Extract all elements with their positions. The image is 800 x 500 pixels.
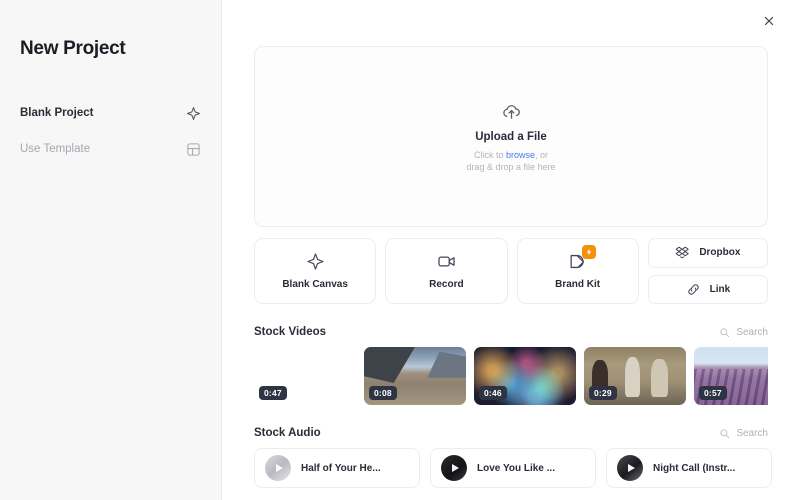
video-camera-icon <box>437 252 456 271</box>
audio-card[interactable]: Love You Like ... <box>430 448 596 488</box>
brand-kit-button[interactable]: Brand Kit <box>517 238 639 304</box>
upload-subtitle: Click to browse, or drag & drop a file h… <box>466 149 555 173</box>
brand-kit-icon <box>568 252 587 271</box>
stock-audio-header: Stock Audio Search <box>254 427 768 439</box>
video-duration: 0:29 <box>589 386 617 400</box>
stock-videos-header: Stock Videos Search <box>254 326 768 338</box>
dropbox-button[interactable]: Dropbox <box>648 238 768 268</box>
search-label: Search <box>736 428 768 439</box>
close-icon[interactable] <box>758 10 780 32</box>
upload-sub-suffix: , or <box>535 150 548 160</box>
video-card[interactable]: 0:57 <box>694 347 768 405</box>
action-label: Record <box>429 279 463 290</box>
video-card[interactable]: 0:08 <box>364 347 466 405</box>
record-button[interactable]: Record <box>385 238 507 304</box>
sparkle-icon <box>306 252 325 271</box>
brand-kit-pro-badge <box>582 245 596 259</box>
upload-sub-line2: drag & drop a file here <box>466 162 555 172</box>
sidebar-item-label: Blank Project <box>20 107 94 119</box>
integration-label: Link <box>710 284 731 295</box>
link-icon <box>686 282 701 297</box>
new-project-dialog: New Project Blank Project Use Template <box>0 0 800 500</box>
audio-card[interactable]: Night Call (Instr... <box>606 448 772 488</box>
upload-title: Upload a File <box>475 131 547 143</box>
upload-sub-prefix: Click to <box>474 150 506 160</box>
browse-link[interactable]: browse <box>506 150 535 160</box>
stock-videos-search[interactable]: Search <box>719 327 768 338</box>
sidebar: New Project Blank Project Use Template <box>0 0 222 500</box>
upload-dropzone[interactable]: Upload a File Click to browse, or drag &… <box>254 46 768 227</box>
audio-title: Night Call (Instr... <box>653 463 735 474</box>
audio-title: Half of Your He... <box>301 463 381 474</box>
action-label: Brand Kit <box>555 279 600 290</box>
audio-title: Love You Like ... <box>477 463 555 474</box>
video-duration: 0:47 <box>259 386 287 400</box>
stock-audio-strip: Half of Your He... Love You Like ... Nig… <box>254 448 768 488</box>
audio-card[interactable]: Half of Your He... <box>254 448 420 488</box>
play-icon <box>452 464 459 472</box>
audio-thumbnail[interactable] <box>441 455 467 481</box>
blank-canvas-button[interactable]: Blank Canvas <box>254 238 376 304</box>
stock-audio-search[interactable]: Search <box>719 428 768 439</box>
video-duration: 0:46 <box>479 386 507 400</box>
play-icon <box>628 464 635 472</box>
video-duration: 0:08 <box>369 386 397 400</box>
cloud-upload-icon <box>501 101 522 122</box>
section-title: Stock Videos <box>254 326 326 338</box>
sidebar-item-use-template[interactable]: Use Template <box>20 136 201 162</box>
sparkle-icon <box>186 106 201 121</box>
integration-buttons: Dropbox Link <box>648 238 768 304</box>
play-icon <box>276 464 283 472</box>
main-panel: Upload a File Click to browse, or drag &… <box>222 0 800 500</box>
sidebar-item-label: Use Template <box>20 143 90 155</box>
video-card[interactable]: 0:47 <box>254 347 356 405</box>
section-title: Stock Audio <box>254 427 321 439</box>
layout-icon <box>186 142 201 157</box>
search-icon <box>719 327 730 338</box>
stock-videos-strip: 0:47 0:08 0:46 0:29 0:57 <box>254 347 768 405</box>
action-label: Blank Canvas <box>282 279 348 290</box>
video-duration: 0:57 <box>699 386 727 400</box>
integration-label: Dropbox <box>699 247 740 258</box>
audio-thumbnail[interactable] <box>617 455 643 481</box>
action-buttons-row: Blank Canvas Record <box>254 238 768 304</box>
audio-thumbnail[interactable] <box>265 455 291 481</box>
search-icon <box>719 428 730 439</box>
link-button[interactable]: Link <box>648 275 768 305</box>
video-card[interactable]: 0:29 <box>584 347 686 405</box>
search-label: Search <box>736 327 768 338</box>
video-card[interactable]: 0:46 <box>474 347 576 405</box>
dropbox-icon <box>675 245 690 260</box>
sidebar-item-blank-project[interactable]: Blank Project <box>20 100 201 126</box>
page-title: New Project <box>20 38 201 60</box>
